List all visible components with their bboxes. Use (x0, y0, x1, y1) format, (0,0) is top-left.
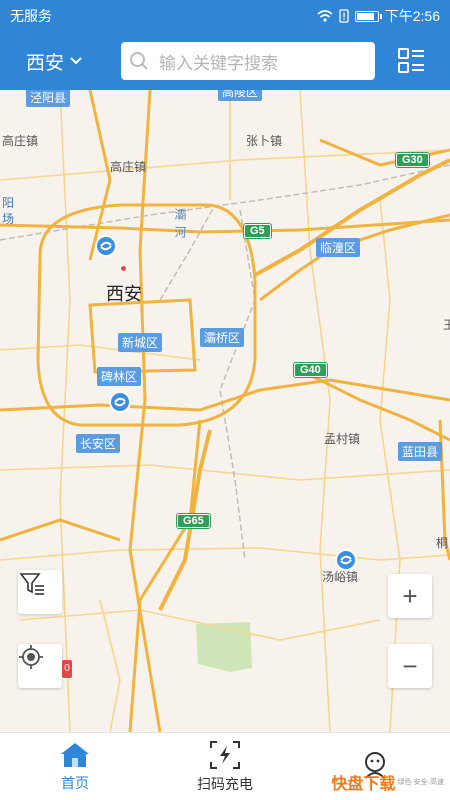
search-input[interactable]: 输入关键字搜索 (121, 42, 375, 80)
filter-button[interactable] (18, 570, 62, 614)
scan-charge-icon (210, 740, 240, 769)
city-center-dot (120, 265, 127, 272)
zoom-in-button[interactable]: + (388, 574, 432, 618)
header: 西安 输入关键字搜索 (0, 32, 450, 90)
map-label: 高庄镇 (110, 160, 147, 174)
city-name: 西安 (26, 52, 65, 74)
search-placeholder: 输入关键字搜索 (159, 53, 278, 73)
district-label: 临潼区 (316, 238, 361, 257)
filter-icon (19, 573, 44, 595)
city-label: 西安 (106, 284, 142, 304)
highway-shield: G5 (243, 223, 272, 239)
search-icon (130, 52, 148, 70)
map-view[interactable]: 泾阳县 高陵区 高庄镇 张卜镇 高庄镇 阳 场 孟村镇 汤峪镇 桐 王 临潼区 … (0, 90, 450, 732)
battery-icon (354, 10, 382, 22)
tab-bar: 首页 扫码充电 快盘下载 绿色·安全·高速 (0, 732, 450, 800)
status-bar: 无服务 下午2:56 (0, 0, 450, 32)
district-label: 灞桥区 (200, 328, 245, 347)
charging-station-marker[interactable] (108, 390, 132, 414)
watermark: 快盘下载 绿色·安全·高速 (331, 770, 444, 794)
charging-station-marker[interactable] (334, 548, 358, 572)
map-label: 高陵区 (218, 90, 263, 101)
highway-shield: G65 (176, 513, 211, 529)
highway-shield: G30 (395, 152, 430, 168)
district-label: 碑林区 (97, 367, 142, 386)
watermark-subtext: 绿色·安全·高速 (397, 779, 444, 786)
map-label: 阳 (2, 196, 15, 210)
highway-shield: G40 (293, 362, 328, 378)
map-label: 高庄镇 (2, 134, 39, 148)
map-label: 泾阳县 (26, 90, 71, 107)
watermark-text: 快盘下载 (331, 776, 396, 793)
river-label: 灞河 (173, 208, 187, 244)
clock: 下午2:56 (384, 8, 440, 24)
map-label: 孟村镇 (324, 432, 361, 446)
locate-icon (19, 645, 43, 669)
tab-scan-charge[interactable]: 扫码充电 (150, 733, 300, 800)
tab-home[interactable]: 首页 (0, 733, 150, 800)
carrier-text: 无服务 (10, 8, 52, 24)
charging-station-marker[interactable] (94, 234, 118, 258)
map-label: 王 (443, 318, 450, 332)
district-label: 新城区 (118, 333, 163, 352)
district-label: 长安区 (76, 434, 121, 453)
chevron-down-icon (70, 57, 82, 65)
map-label: 场 (2, 212, 15, 226)
map-label: 张卜镇 (246, 134, 283, 148)
wifi-icon (317, 10, 333, 22)
sim-alert-icon (339, 9, 349, 23)
small-badge: 0 (62, 660, 72, 678)
city-selector[interactable]: 西安 (26, 48, 121, 75)
map-label: 桐 (436, 536, 449, 550)
home-icon (61, 742, 89, 767)
tab-label: 扫码充电 (197, 775, 253, 792)
list-view-icon[interactable] (397, 47, 425, 75)
district-label: 蓝田县 (398, 442, 443, 461)
locate-button[interactable] (18, 644, 62, 688)
zoom-out-button[interactable]: − (388, 644, 432, 688)
map-roads (0, 90, 450, 732)
tab-label: 首页 (61, 774, 89, 791)
